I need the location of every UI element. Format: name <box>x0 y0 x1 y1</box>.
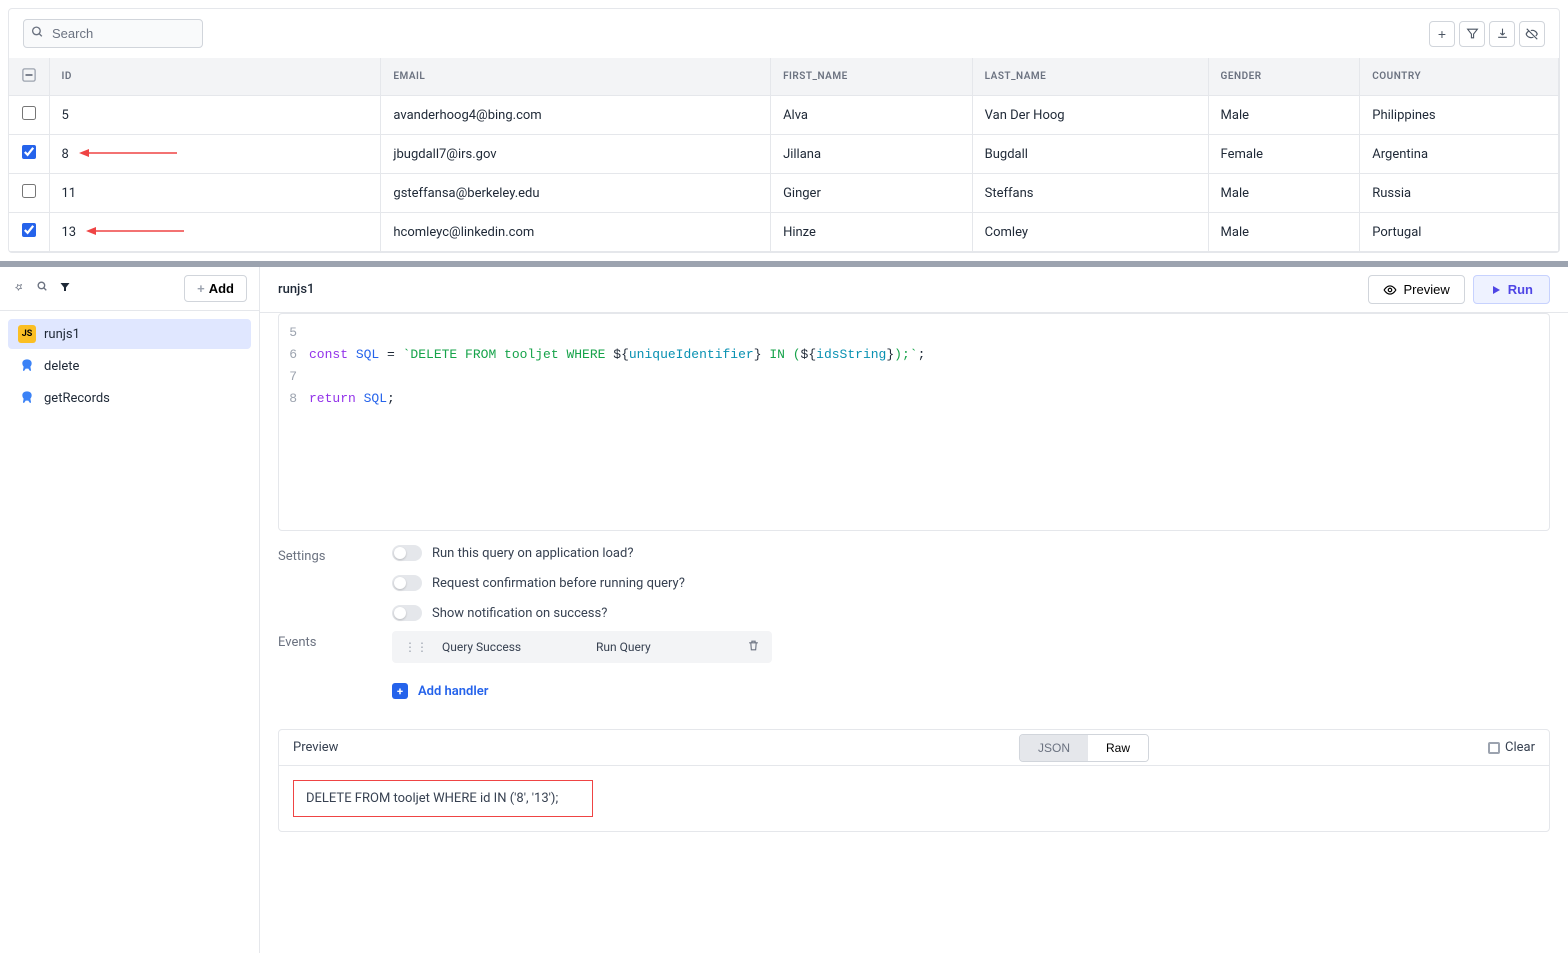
filter-button[interactable] <box>1459 21 1485 47</box>
select-all-header[interactable] <box>9 58 49 96</box>
row-checkbox[interactable] <box>22 145 36 159</box>
toggle-switch[interactable] <box>392 545 422 561</box>
search-queries-icon[interactable] <box>36 280 49 297</box>
table-toolbar: + <box>9 9 1559 58</box>
cell-email: jbugdall7@irs.gov <box>381 135 771 174</box>
event-trigger: Query Success <box>442 640 582 654</box>
toggle-label: Request confirmation before running quer… <box>432 576 685 591</box>
query-item[interactable]: JS runjs1 <box>8 319 251 349</box>
preview-panel: Preview JSON Raw Clear DELETE FROM toolj… <box>278 729 1550 832</box>
column-header[interactable]: GENDER <box>1208 58 1360 96</box>
add-handler-button[interactable]: + Add handler <box>392 683 1550 699</box>
annotation-arrow <box>84 225 184 240</box>
cell-gender: Female <box>1208 135 1360 174</box>
column-header[interactable]: LAST_NAME <box>972 58 1208 96</box>
cell-first: Alva <box>771 96 973 135</box>
cell-email: gsteffansa@berkeley.edu <box>381 174 771 213</box>
cell-id: 5 <box>49 96 381 135</box>
stop-icon <box>1488 742 1500 754</box>
cell-country: Argentina <box>1360 135 1559 174</box>
data-table-section: + IDEMAILFIRST_NAMELAST_NAMEGENDERCOUNTR… <box>8 8 1560 253</box>
query-item-label: delete <box>44 359 79 374</box>
events-label: Events <box>278 631 378 650</box>
cell-id: 8 <box>49 135 381 174</box>
cell-id: 11 <box>49 174 381 213</box>
cell-first: Jillana <box>771 135 973 174</box>
cell-last: Van Der Hoog <box>972 96 1208 135</box>
clear-button[interactable]: Clear <box>1488 740 1535 755</box>
toggle-label: Run this query on application load? <box>432 546 633 561</box>
drag-handle-icon[interactable]: ⋮⋮ <box>404 640 428 654</box>
download-button[interactable] <box>1489 21 1515 47</box>
settings-label: Settings <box>278 545 378 564</box>
cell-gender: Male <box>1208 96 1360 135</box>
cell-last: Bugdall <box>972 135 1208 174</box>
cell-country: Portugal <box>1360 213 1559 252</box>
preview-result: DELETE FROM tooljet WHERE id IN ('8', '1… <box>293 780 593 817</box>
row-checkbox[interactable] <box>22 106 36 120</box>
query-panel: + Add JS runjs1 delete getRecords <box>0 267 260 953</box>
search-input[interactable] <box>23 19 203 48</box>
js-icon: JS <box>18 325 36 343</box>
toggle-label: Show notification on success? <box>432 606 607 621</box>
table-row[interactable]: 8jbugdall7@irs.govJillanaBugdallFemaleAr… <box>9 135 1559 174</box>
cell-country: Russia <box>1360 174 1559 213</box>
table-row[interactable]: 13hcomleyc@linkedin.comHinzeComleyMalePo… <box>9 213 1559 252</box>
cell-id: 13 <box>49 213 381 252</box>
cell-email: hcomleyc@linkedin.com <box>381 213 771 252</box>
column-header[interactable]: ID <box>49 58 381 96</box>
row-checkbox[interactable] <box>22 184 36 198</box>
cell-email: avanderhoog4@bing.com <box>381 96 771 135</box>
annotation-arrow <box>77 147 177 162</box>
toggle-switch[interactable] <box>392 605 422 621</box>
cell-country: Philippines <box>1360 96 1559 135</box>
cell-first: Hinze <box>771 213 973 252</box>
preview-format-toggle: JSON Raw <box>1019 734 1149 762</box>
table-row[interactable]: 11gsteffansa@berkeley.eduGingerSteffansM… <box>9 174 1559 213</box>
active-query-name: runjs1 <box>278 282 314 297</box>
postgres-icon <box>18 389 36 407</box>
table-row[interactable]: 5avanderhoog4@bing.comAlvaVan Der HoogMa… <box>9 96 1559 135</box>
plus-icon: + <box>392 683 408 699</box>
json-tab[interactable]: JSON <box>1020 735 1088 761</box>
cell-gender: Male <box>1208 174 1360 213</box>
cell-gender: Male <box>1208 213 1360 252</box>
cell-last: Comley <box>972 213 1208 252</box>
event-handler-row[interactable]: ⋮⋮ Query Success Run Query <box>392 631 772 663</box>
data-table: IDEMAILFIRST_NAMELAST_NAMEGENDERCOUNTRY … <box>9 58 1559 252</box>
column-header[interactable]: EMAIL <box>381 58 771 96</box>
cell-first: Ginger <box>771 174 973 213</box>
preview-button[interactable]: Preview <box>1368 275 1464 304</box>
filter-queries-icon[interactable] <box>59 281 71 297</box>
delete-event-icon[interactable] <box>747 639 760 655</box>
column-header[interactable]: COUNTRY <box>1360 58 1559 96</box>
column-header[interactable]: FIRST_NAME <box>771 58 973 96</box>
query-item-label: runjs1 <box>44 327 80 342</box>
hide-button[interactable] <box>1519 21 1545 47</box>
add-button[interactable]: + <box>1429 21 1455 47</box>
code-editor[interactable]: 56const SQL = `DELETE FROM tooljet WHERE… <box>278 313 1550 531</box>
query-item[interactable]: delete <box>8 351 251 381</box>
raw-tab[interactable]: Raw <box>1088 735 1148 761</box>
run-button[interactable]: Run <box>1473 275 1550 304</box>
cell-last: Steffans <box>972 174 1208 213</box>
row-checkbox[interactable] <box>22 223 36 237</box>
add-query-button[interactable]: + Add <box>184 275 247 302</box>
toggle-switch[interactable] <box>392 575 422 591</box>
query-editor: runjs1 Preview Run 56const SQL = `DELETE… <box>260 267 1568 953</box>
query-item-label: getRecords <box>44 391 110 406</box>
pin-icon[interactable] <box>12 280 26 298</box>
search-icon <box>31 25 44 42</box>
event-action: Run Query <box>596 640 651 654</box>
query-item[interactable]: getRecords <box>8 383 251 413</box>
postgres-icon <box>18 357 36 375</box>
preview-title: Preview <box>293 740 338 755</box>
